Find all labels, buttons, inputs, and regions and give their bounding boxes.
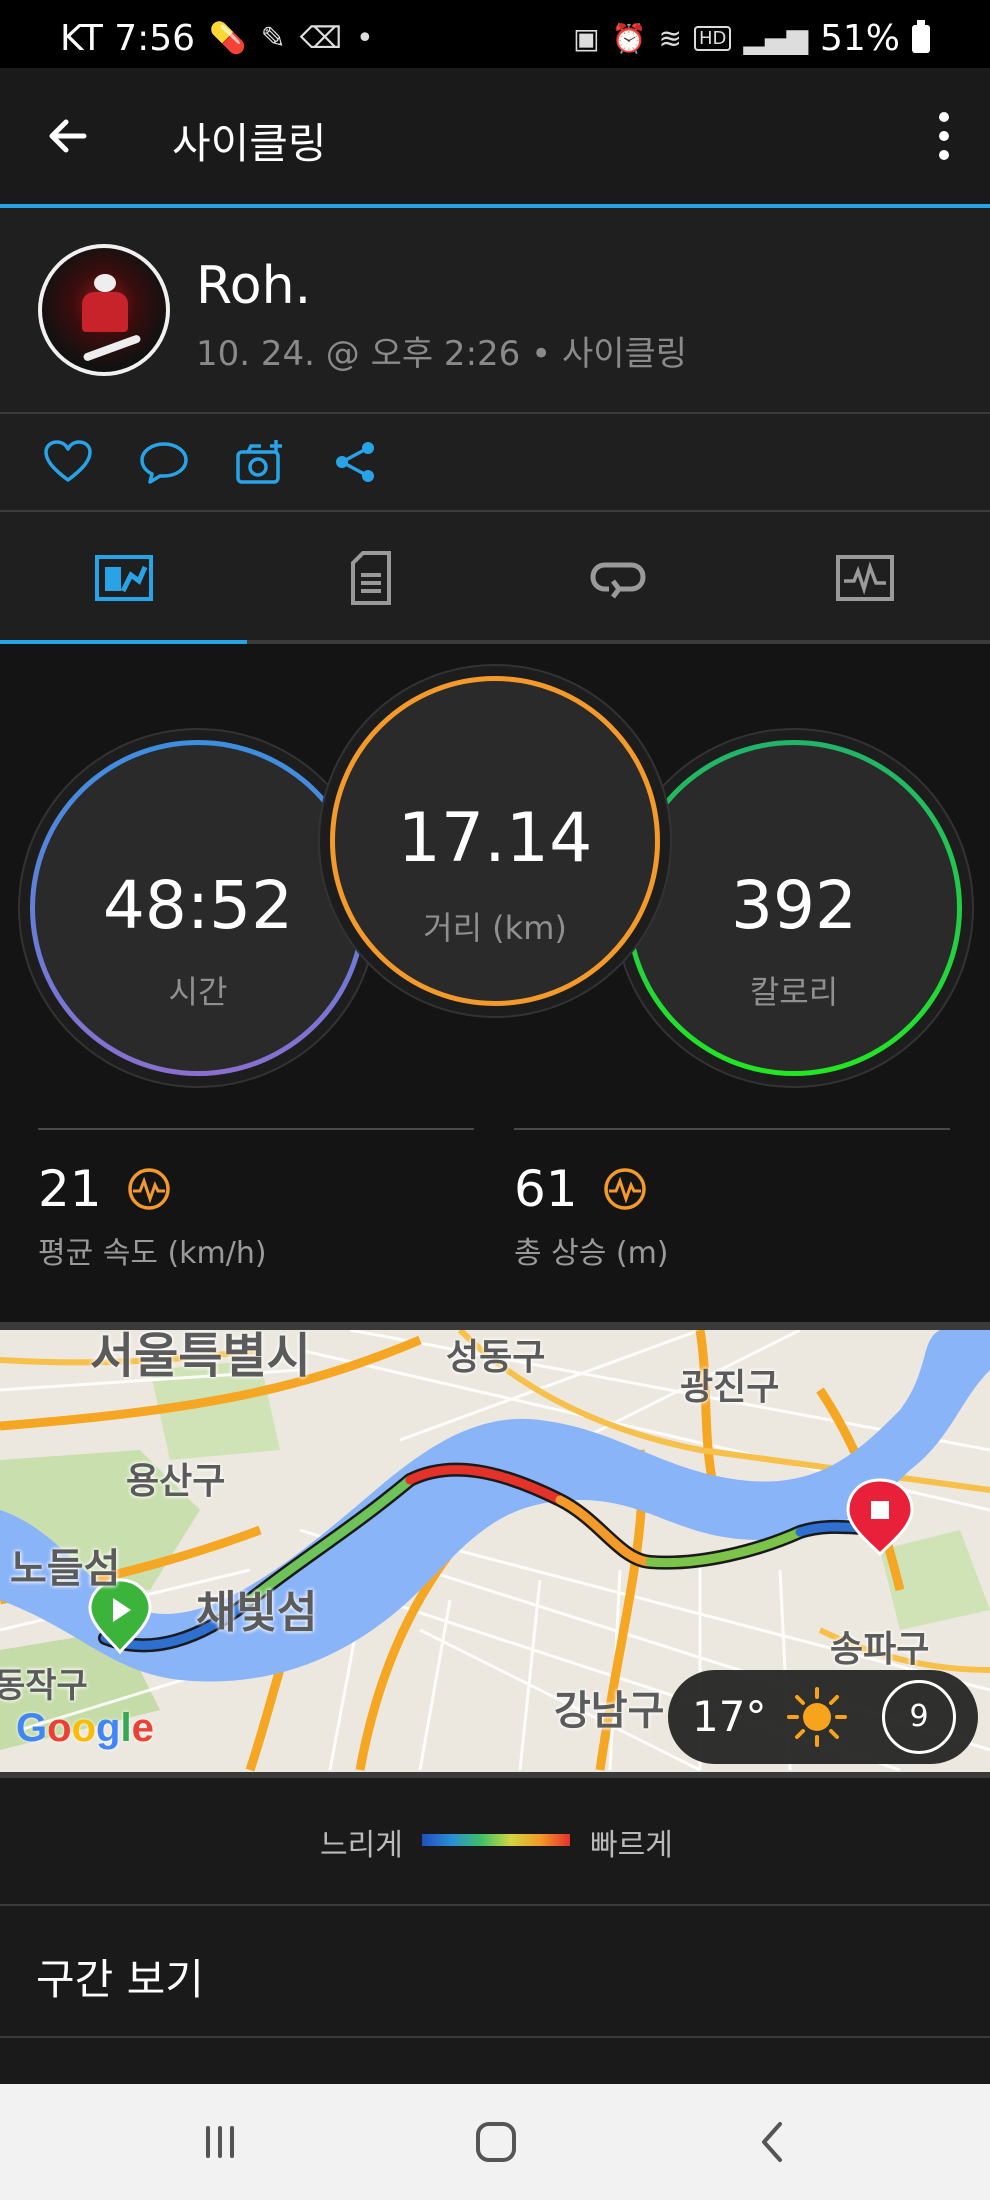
signal-icon: ▂▄▆ — [743, 22, 808, 55]
view-laps-row[interactable]: 구간 보기 — [0, 1904, 990, 2038]
route-map[interactable]: 서울특별시 성동구 광진구 용산구 노들섬 채빛섬 송파구 동작구 강남구 Go… — [0, 1330, 990, 1772]
broom-icon: ⌫ — [299, 21, 343, 56]
user-name: Roh. — [196, 256, 312, 316]
distance-label: 거리 (km) — [423, 909, 567, 947]
recent-apps-icon[interactable] — [190, 2114, 250, 2170]
laps-icon — [589, 562, 646, 599]
tab-charts[interactable] — [741, 512, 988, 644]
dot-icon: • — [356, 21, 374, 56]
time-ring: 48:52 시간 — [30, 740, 366, 1076]
pulse-info-icon[interactable] — [603, 1167, 647, 1211]
map-label-gwangjin: 광진구 — [680, 1367, 780, 1408]
sun-icon — [787, 1687, 847, 1747]
action-row — [0, 414, 990, 512]
map-label-yongsan: 용산구 — [126, 1461, 226, 1502]
activity-header: Roh. 10. 24. @ 오후 2:26 • 사이클링 — [0, 208, 990, 414]
more-options-icon[interactable] — [934, 112, 954, 162]
charts-icon — [835, 555, 894, 601]
legend-slow-label: 느리게 — [320, 1828, 403, 1863]
wind-icon: 9 — [882, 1680, 956, 1754]
map-label-dongjak: 동작구 — [0, 1666, 88, 1706]
tab-laps[interactable] — [494, 512, 741, 644]
time-label: 시간 — [168, 973, 228, 1011]
back-arrow-icon[interactable] — [40, 108, 96, 164]
distance-value: 17.14 — [397, 799, 593, 878]
map-label-seoul: 서울특별시 — [90, 1330, 311, 1384]
ascent-label: 총 상승 (m) — [514, 1236, 669, 1271]
speed-legend: 느리게 빠르게 — [0, 1772, 990, 1904]
pen-icon: ✎ — [260, 21, 286, 56]
heart-icon[interactable] — [42, 438, 94, 486]
page-title: 사이클링 — [172, 119, 327, 168]
weather-badge[interactable]: 17° 9 — [668, 1670, 978, 1764]
battery-icon — [912, 19, 930, 53]
hd-icon: HD — [693, 26, 732, 51]
lock-icon: ▣ — [573, 22, 600, 55]
avg-speed-label: 평균 속도 (km/h) — [38, 1236, 267, 1271]
calories-label: 칼로리 — [749, 973, 839, 1011]
tab-bar — [0, 512, 990, 644]
activity-meta: 10. 24. @ 오후 2:26 • 사이클링 — [196, 334, 688, 374]
add-photo-icon[interactable] — [234, 438, 286, 486]
time-value: 48:52 — [102, 867, 294, 944]
map-label-nodeul: 노들섬 — [10, 1546, 121, 1592]
system-nav-bar — [0, 2084, 990, 2200]
google-logo: Google — [16, 1706, 154, 1750]
alarm-icon: ⏰ — [611, 22, 647, 55]
ascent-value: 61 — [514, 1160, 578, 1218]
overview-icon — [94, 555, 153, 601]
wifi-icon: ≋ — [658, 22, 682, 55]
back-nav-icon[interactable] — [744, 2114, 804, 2170]
tab-overview[interactable] — [0, 512, 247, 644]
calories-value: 392 — [731, 867, 857, 944]
status-bar: KT 7:56 💊 ✎ ⌫ • ▣ ⏰ ≋ HD ▂▄▆ 51% — [0, 0, 990, 68]
wind-speed: 9 — [909, 1699, 929, 1734]
app-bar: 사이클링 — [0, 68, 990, 204]
next-row-peek — [0, 2038, 990, 2084]
status-right: ▣ ⏰ ≋ HD ▂▄▆ 51% — [573, 18, 930, 59]
map-divider — [0, 1322, 990, 1330]
map-label-songpa: 송파구 — [830, 1629, 930, 1670]
weather-temperature: 17° — [692, 1692, 767, 1741]
pulse-info-icon[interactable] — [127, 1167, 171, 1211]
distance-ring: 17.14 거리 (km) — [330, 676, 660, 1006]
battery-percent: 51% — [819, 18, 900, 59]
map-label-seongdong: 성동구 — [446, 1337, 546, 1378]
details-icon — [350, 551, 391, 605]
pill-icon: 💊 — [209, 21, 247, 56]
calories-ring: 392 칼로리 — [626, 740, 962, 1076]
avatar[interactable] — [38, 244, 170, 376]
share-icon[interactable] — [330, 438, 382, 486]
map-label-chaebit: 채빛섬 — [196, 1587, 318, 1638]
ascent-metric: 61 총 상승 (m) — [514, 1128, 950, 1272]
carrier-time: KT 7:56 — [60, 18, 196, 59]
status-left: KT 7:56 💊 ✎ ⌫ • — [60, 18, 374, 59]
map-label-gangnam: 강남구 — [554, 1688, 665, 1734]
legend-fast-label: 빠르게 — [590, 1828, 673, 1863]
home-icon[interactable] — [466, 2114, 526, 2170]
avg-speed-metric: 21 평균 속도 (km/h) — [38, 1128, 474, 1272]
tab-details[interactable] — [247, 512, 494, 644]
legend-gradient-bar — [422, 1834, 570, 1846]
view-laps-label: 구간 보기 — [36, 1955, 204, 2004]
comment-icon[interactable] — [138, 438, 190, 486]
avg-speed-value: 21 — [38, 1160, 102, 1218]
